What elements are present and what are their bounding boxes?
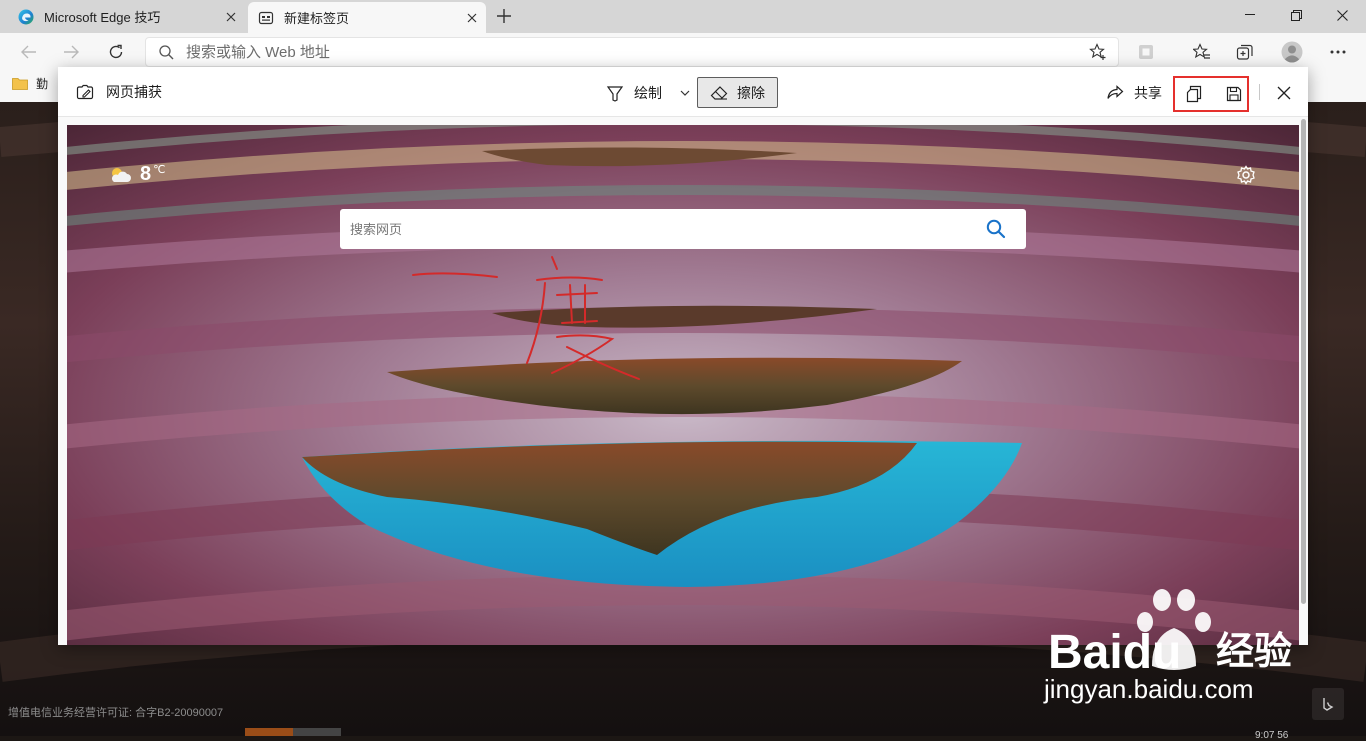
address-bar[interactable] (145, 37, 1119, 67)
share-icon (1106, 85, 1124, 101)
watermark-url: jingyan.baidu.com (1043, 674, 1254, 704)
copy-icon[interactable] (1179, 79, 1209, 109)
web-capture-icon (76, 83, 94, 101)
profile-avatar-icon[interactable] (1277, 37, 1307, 67)
web-capture-title: 网页捕获 (76, 82, 162, 102)
chevron-down-icon[interactable] (675, 81, 695, 105)
gear-icon[interactable] (1233, 162, 1259, 188)
forward-arrow-icon[interactable] (56, 37, 86, 67)
edge-logo-icon (18, 9, 34, 25)
partly-cloudy-icon (108, 166, 132, 184)
erase-label: 擦除 (737, 84, 765, 101)
search-icon (159, 44, 174, 60)
browser-toolbar (0, 33, 1366, 70)
save-icon[interactable] (1219, 79, 1249, 109)
refresh-icon[interactable] (101, 37, 131, 67)
add-favorite-star-icon[interactable] (1083, 37, 1113, 67)
web-capture-panel: 网页捕获 绘制 擦除 共享 8 ℃ 搜索网页 (58, 67, 1308, 645)
tab-new-tab[interactable]: 新建标签页 (248, 2, 486, 33)
taskbar-app[interactable] (293, 728, 341, 736)
tab-close-icon[interactable] (217, 3, 245, 31)
watermark-cn-label: 经验 (1216, 629, 1292, 673)
tab-title: Microsoft Edge 技巧 (44, 10, 161, 25)
weather-widget[interactable]: 8 ℃ (108, 163, 165, 186)
favorites-icon[interactable] (1187, 37, 1217, 67)
page-search-box[interactable] (340, 209, 1026, 249)
web-capture-title-text: 网页捕获 (106, 84, 162, 100)
restore-icon[interactable] (1273, 0, 1319, 30)
favorites-folder-label: 勤 (36, 77, 49, 91)
weather-temperature: 8 (140, 163, 152, 185)
share-button[interactable]: 共享 (1106, 79, 1162, 107)
draw-button[interactable]: 绘制 (603, 79, 665, 107)
more-menu-icon[interactable] (1323, 37, 1353, 67)
pen-icon (606, 84, 624, 102)
collections-icon[interactable] (1230, 37, 1260, 67)
close-icon[interactable] (1270, 79, 1298, 107)
new-tab-plus-icon[interactable] (490, 2, 518, 30)
back-arrow-icon[interactable] (14, 37, 44, 67)
favorites-folder[interactable]: 勤 (12, 75, 48, 92)
taskbar-app[interactable] (245, 728, 293, 736)
draw-label: 绘制 (634, 85, 662, 101)
newtab-page-icon (258, 10, 274, 26)
baidu-jingyan-watermark: Baidu 经验 jingyan.baidu.com (1040, 588, 1340, 708)
toolbar-divider (1259, 84, 1260, 100)
license-text[interactable]: 增值电信业务经营许可证: 合字B2-20090007 (8, 704, 223, 720)
window-close-icon[interactable] (1319, 0, 1365, 30)
extension-icon[interactable] (1131, 37, 1161, 67)
tab-edge-tips[interactable]: Microsoft Edge 技巧 (8, 0, 245, 33)
share-label: 共享 (1134, 85, 1162, 101)
watermark-brand: Baidu (1048, 626, 1181, 679)
tab-close-icon[interactable] (458, 4, 486, 32)
search-icon[interactable] (976, 209, 1016, 249)
tab-title: 新建标签页 (284, 11, 350, 26)
captured-image[interactable]: 8 ℃ (67, 125, 1299, 645)
erase-button[interactable]: 擦除 (697, 77, 778, 108)
web-capture-toolbar: 网页捕获 绘制 擦除 共享 (58, 67, 1308, 117)
eraser-icon (710, 85, 728, 100)
scrollbar[interactable] (1301, 119, 1306, 604)
canyon-photo (67, 125, 1299, 645)
page-search-input[interactable] (340, 221, 976, 237)
weather-unit: ℃ (153, 164, 166, 176)
folder-icon (12, 77, 28, 90)
minimize-icon[interactable] (1227, 0, 1273, 30)
address-input[interactable] (186, 43, 1118, 61)
tab-strip: Microsoft Edge 技巧 新建标签页 (0, 0, 1366, 33)
